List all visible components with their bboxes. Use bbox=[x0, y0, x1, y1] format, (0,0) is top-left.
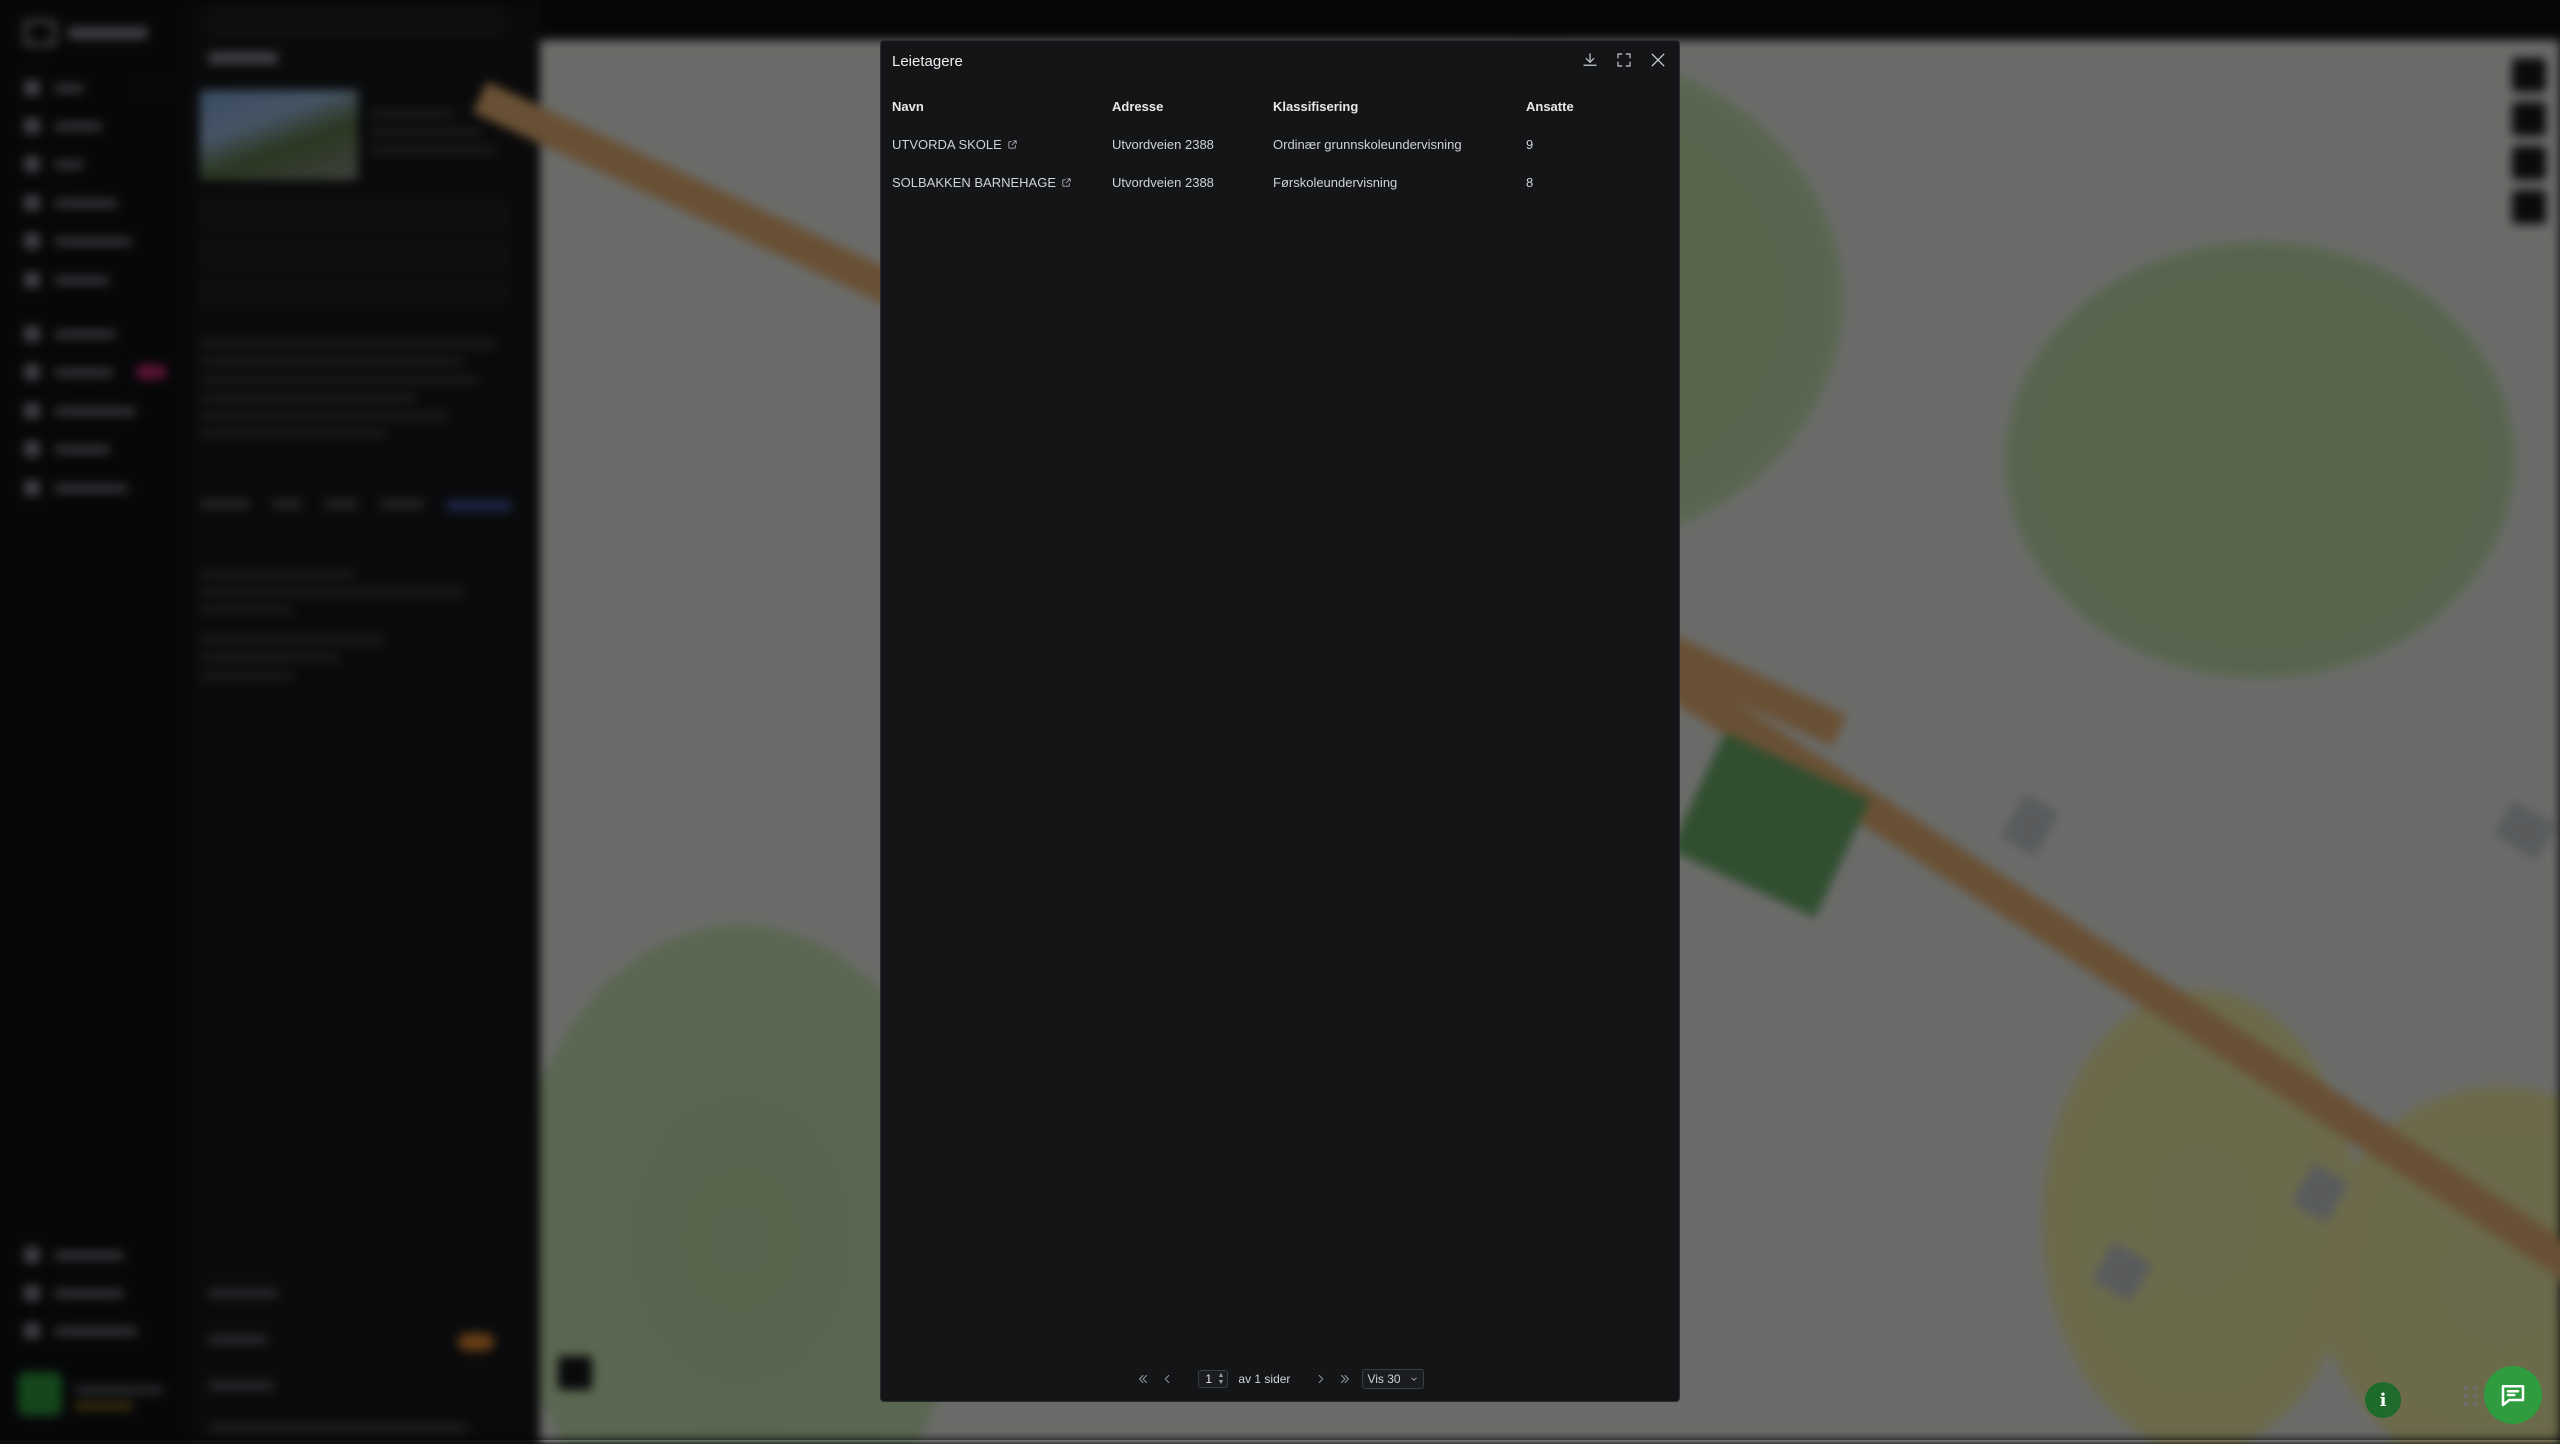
pagination: 1 ▲ ▼ av 1 sider Vis 30 bbox=[881, 1369, 1679, 1389]
next-page-button[interactable] bbox=[1314, 1372, 1328, 1386]
tenant-name: SOLBAKKEN BARNEHAGE bbox=[892, 174, 1056, 190]
expand-icon bbox=[1617, 53, 1631, 67]
column-header-name[interactable]: Navn bbox=[881, 87, 1112, 125]
chevron-right-icon bbox=[1319, 1375, 1324, 1383]
tenant-link[interactable]: UTVORDA SKOLE bbox=[892, 137, 1112, 152]
page-size-value: Vis 30 bbox=[1367, 1372, 1401, 1386]
tenants-table: Navn Adresse Klassifisering Ansatte UTVO… bbox=[881, 87, 1681, 201]
external-link-icon[interactable] bbox=[1061, 177, 1072, 188]
chat-icon bbox=[2501, 1385, 2525, 1407]
page-number-input[interactable]: 1 ▲ ▼ bbox=[1198, 1370, 1229, 1388]
tenant-link[interactable]: SOLBAKKEN BARNEHAGE bbox=[892, 175, 1112, 190]
tenant-name: UTVORDA SKOLE bbox=[892, 136, 1002, 152]
column-header-employees[interactable]: Ansatte bbox=[1526, 87, 1681, 125]
modal-header-actions bbox=[1579, 49, 1669, 71]
table-row: UTVORDA SKOLE Utvordveien 2388 Ordinær g… bbox=[881, 125, 1681, 163]
page-stepper[interactable]: ▲ ▼ bbox=[1217, 1372, 1227, 1386]
page-size-select[interactable]: Vis 30 bbox=[1362, 1369, 1424, 1389]
double-chevron-left-icon bbox=[1139, 1375, 1148, 1383]
close-icon bbox=[1651, 53, 1665, 67]
tenants-modal: Leietagere Navn Adresse Klassifisering A… bbox=[880, 40, 1680, 1402]
column-header-classification[interactable]: Klassifisering bbox=[1273, 87, 1526, 125]
first-page-button[interactable] bbox=[1136, 1372, 1150, 1386]
cell-name: UTVORDA SKOLE bbox=[881, 125, 1112, 163]
table-row: SOLBAKKEN BARNEHAGE Utvordveien 2388 Før… bbox=[881, 163, 1681, 201]
modal-title: Leietagere bbox=[892, 53, 963, 70]
cell-address: Utvordveien 2388 bbox=[1112, 136, 1214, 152]
cell-name: SOLBAKKEN BARNEHAGE bbox=[881, 163, 1112, 201]
chevron-down-icon bbox=[1410, 1377, 1417, 1381]
double-chevron-right-icon bbox=[1341, 1375, 1350, 1383]
cell-employees: 8 bbox=[1526, 174, 1534, 190]
table-header-row: Navn Adresse Klassifisering Ansatte bbox=[881, 87, 1681, 125]
close-button[interactable] bbox=[1647, 49, 1669, 71]
chevron-left-icon bbox=[1165, 1375, 1170, 1383]
cell-classification: Førskoleundervisning bbox=[1273, 174, 1398, 190]
column-header-address[interactable]: Adresse bbox=[1112, 87, 1273, 125]
cell-employees: 9 bbox=[1526, 136, 1534, 152]
page-count-text: av 1 sider bbox=[1238, 1372, 1291, 1386]
prev-page-button[interactable] bbox=[1160, 1372, 1174, 1386]
cell-classification: Ordinær grunnskoleundervisning bbox=[1273, 136, 1462, 152]
info-icon[interactable]: i bbox=[2365, 1382, 2401, 1418]
chat-button[interactable] bbox=[2484, 1366, 2542, 1424]
expand-button[interactable] bbox=[1613, 49, 1635, 71]
external-link-icon[interactable] bbox=[1007, 139, 1018, 150]
download-button[interactable] bbox=[1579, 49, 1601, 71]
last-page-button[interactable] bbox=[1338, 1372, 1352, 1386]
page-number-value: 1 bbox=[1205, 1372, 1213, 1386]
download-icon bbox=[1583, 53, 1597, 66]
cell-address: Utvordveien 2388 bbox=[1112, 174, 1214, 190]
drag-handle-icon[interactable] bbox=[2464, 1386, 2478, 1406]
